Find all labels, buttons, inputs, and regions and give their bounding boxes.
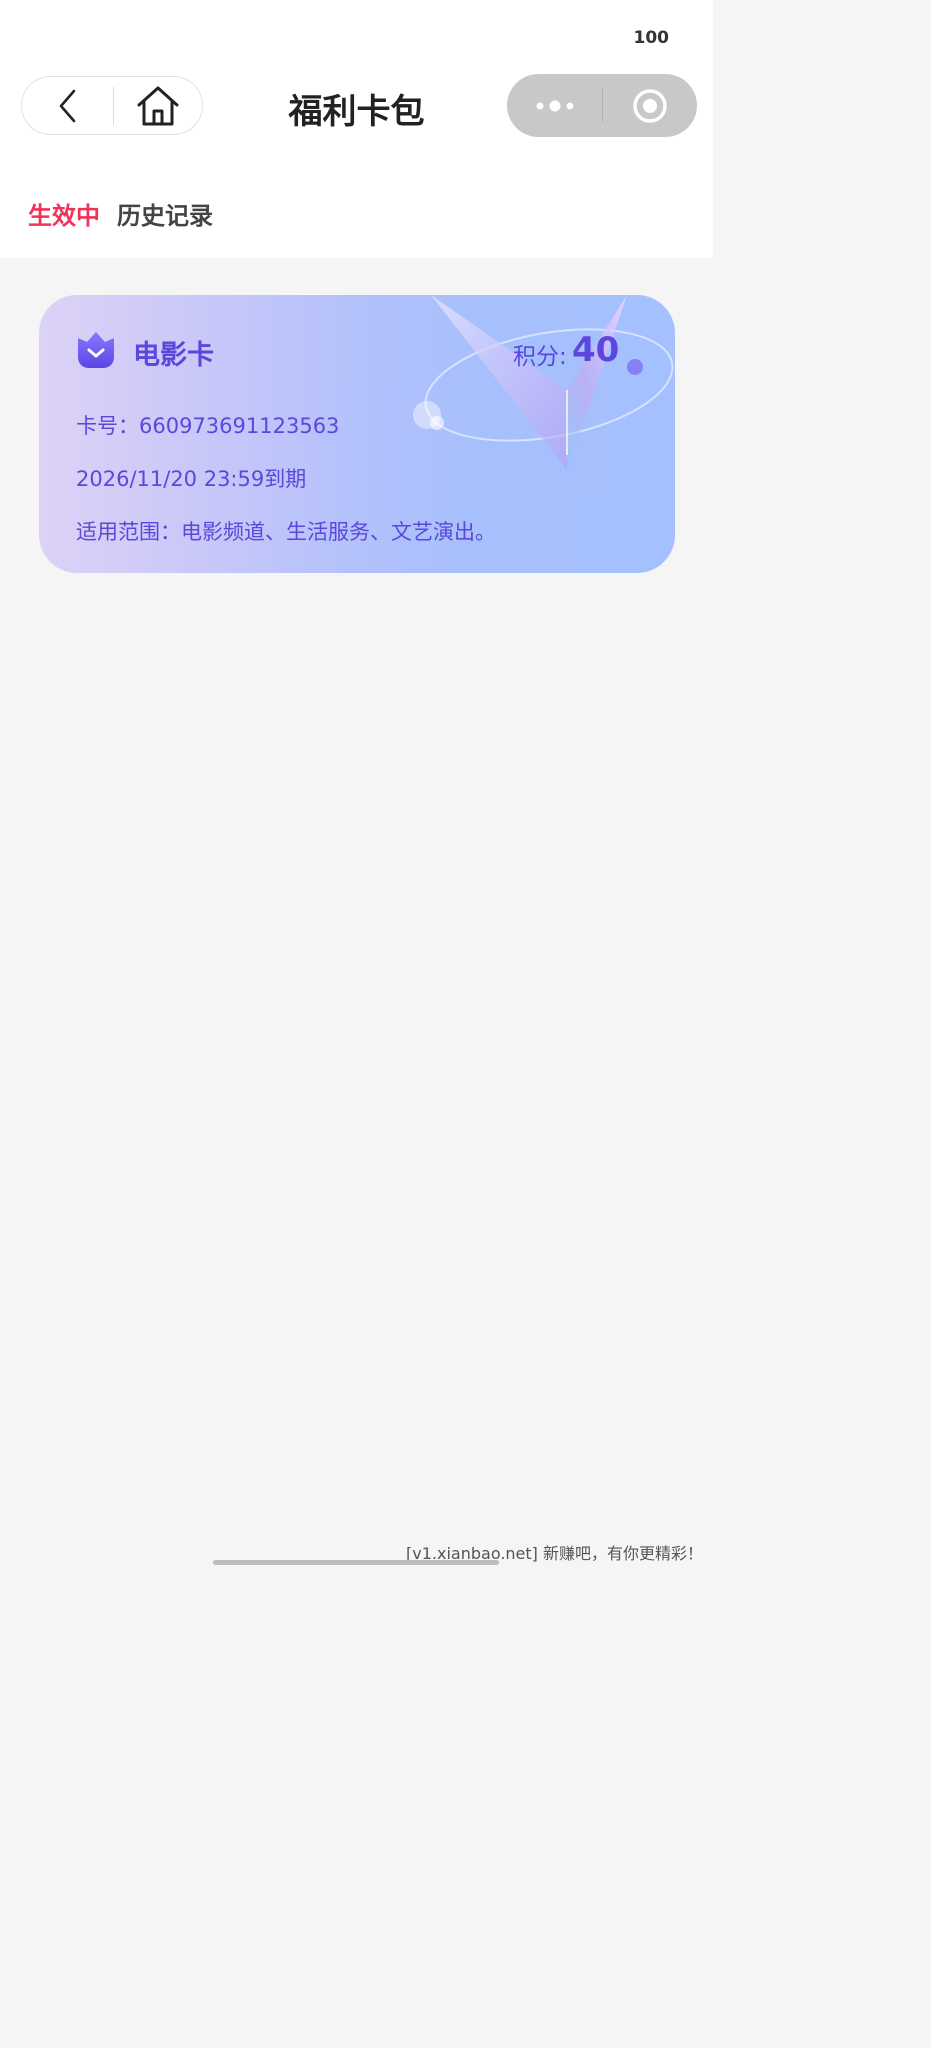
card-scope: 适用范围：电影频道、生活服务、文艺演出。 (76, 520, 496, 544)
tab-history[interactable]: 历史记录 (117, 196, 213, 231)
home-indicator[interactable] (213, 1560, 499, 1565)
miniprogram-capsule (507, 74, 697, 137)
close-button[interactable] (603, 74, 697, 137)
top-bar: 100 福利卡包 生效中 历史记录 (0, 0, 713, 258)
shield-check-icon (78, 332, 114, 368)
card-number: 卡号：660973691123563 (76, 414, 340, 438)
more-dots-icon (536, 100, 573, 111)
points-value: 40 (572, 330, 620, 370)
battery-level: 100 (633, 28, 670, 48)
card-decoration (413, 295, 674, 470)
target-circle-icon (633, 88, 667, 123)
movie-card[interactable]: 电影卡 积分: 40 卡号：660973691123563 2026/11/20… (39, 295, 675, 573)
more-button[interactable] (507, 74, 602, 137)
card-title: 电影卡 (133, 340, 214, 371)
points-label: 积分: (513, 344, 567, 370)
tab-active-cards[interactable]: 生效中 (28, 196, 100, 231)
card-expiry: 2026/11/20 23:59到期 (76, 467, 307, 491)
